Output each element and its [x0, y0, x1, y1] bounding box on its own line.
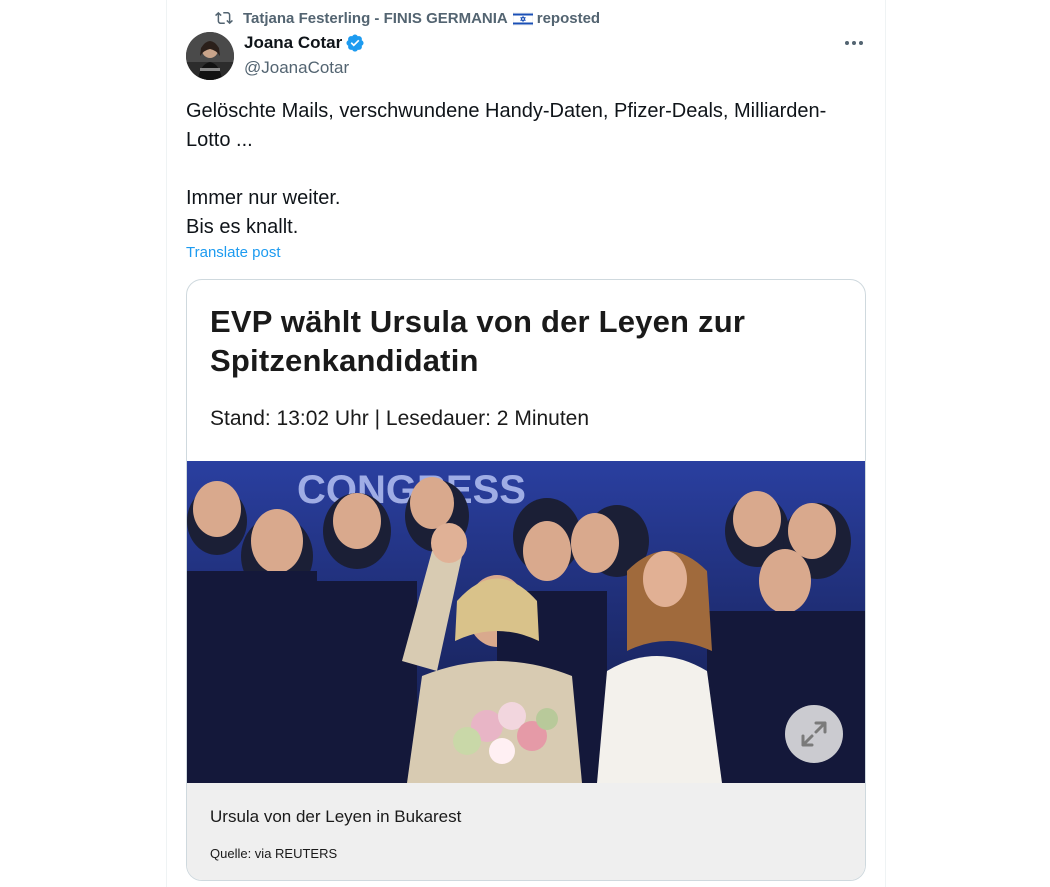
israel-flag-icon	[512, 12, 533, 26]
expand-image-button[interactable]	[785, 705, 843, 763]
card-caption: Ursula von der Leyen in Bukarest	[210, 807, 462, 826]
avatar[interactable]	[186, 32, 234, 80]
translate-post-link[interactable]: Translate post	[186, 244, 281, 261]
card-meta: Stand: 13:02 Uhr | Lesedauer: 2 Minuten	[210, 407, 590, 430]
card-source: Quelle: via REUTERS	[210, 846, 338, 861]
author-name[interactable]: Joana Cotar	[244, 33, 342, 53]
repost-user[interactable]: Tatjana Festerling - FINIS GERMANIA	[243, 10, 508, 27]
repost-icon	[215, 11, 233, 25]
repost-indicator[interactable]: Tatjana Festerling - FINIS GERMANIA repo…	[215, 8, 600, 28]
timeline-column: Tatjana Festerling - FINIS GERMANIA repo…	[166, 0, 886, 887]
expand-icon	[801, 721, 827, 747]
author-handle[interactable]: @JoanaCotar	[244, 58, 349, 78]
post-text: Gelöschte Mails, verschwundene Handy-Dat…	[186, 100, 827, 238]
card-caption-box: Ursula von der Leyen in Bukarest Quelle:…	[187, 783, 865, 880]
verified-badge-icon	[346, 34, 364, 52]
repost-suffix: reposted	[536, 9, 601, 27]
author-name-row[interactable]: Joana Cotar	[244, 33, 365, 53]
card-headline: EVP wählt Ursula von der Leyen zur Spitz…	[210, 304, 746, 378]
more-options-icon[interactable]	[843, 34, 865, 52]
card-photo[interactable]: CONGRESS	[187, 461, 865, 783]
link-card[interactable]: EVP wählt Ursula von der Leyen zur Spitz…	[186, 279, 866, 881]
